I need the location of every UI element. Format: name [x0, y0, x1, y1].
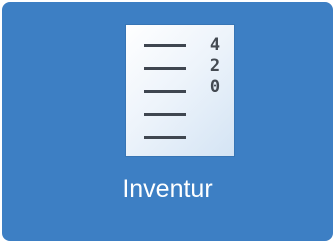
inventory-document-icon: 4 2 0: [126, 25, 234, 156]
document-digit: 2: [209, 56, 221, 76]
document-digit: 4: [209, 35, 221, 55]
tile-label: Inventur: [122, 175, 213, 203]
inventur-tile[interactable]: 4 2 0 Inventur: [2, 2, 333, 241]
document-digit: 0: [209, 77, 221, 97]
